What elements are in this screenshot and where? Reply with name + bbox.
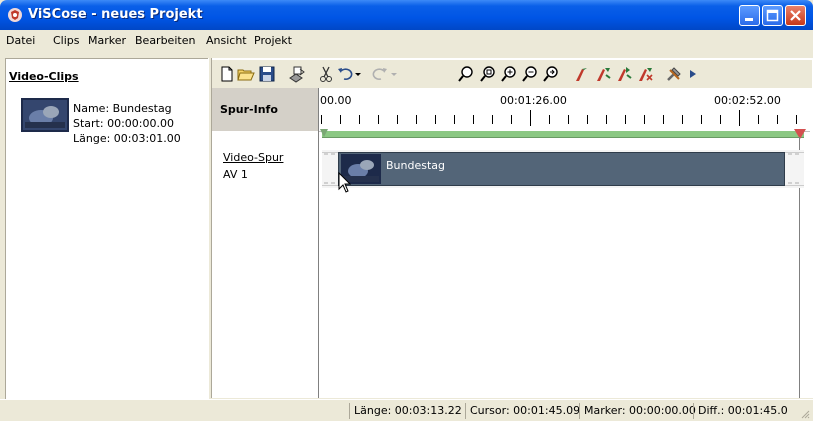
menu-clips[interactable]: Clips xyxy=(53,34,80,47)
ruler-tick xyxy=(663,115,664,124)
more-icon[interactable] xyxy=(687,64,699,84)
menu-ansicht[interactable]: Ansicht xyxy=(206,34,247,47)
open-icon[interactable] xyxy=(236,64,256,84)
ruler-tick xyxy=(435,115,436,124)
ruler-label-start: 00.00 xyxy=(320,94,352,107)
status-diff: Diff.: 00:01:45.0 xyxy=(693,403,797,419)
status-bar: Länge: 00:03:13.22 Cursor: 00:01:45.09 M… xyxy=(0,399,813,421)
maximize-button[interactable] xyxy=(762,5,783,26)
ruler-tick xyxy=(777,115,778,124)
menu-bar: Datei Clips Marker Bearbeiten Ansicht Pr… xyxy=(0,30,813,52)
clip-name: Name: Bundestag xyxy=(73,102,172,115)
new-icon[interactable] xyxy=(217,64,237,84)
range-bar[interactable] xyxy=(322,131,804,138)
ruler-tick xyxy=(606,115,607,124)
ruler-tick xyxy=(682,115,683,124)
mouse-pointer-icon xyxy=(338,172,352,193)
ruler-tick xyxy=(321,115,322,124)
clips-panel-title: Video-Clips xyxy=(9,70,79,83)
ruler-tick xyxy=(359,115,360,124)
spur-info-label: Spur-Info xyxy=(220,103,278,116)
status-cursor: Cursor: 00:01:45.09 xyxy=(465,403,580,419)
ruler-tick xyxy=(378,115,379,124)
save-icon[interactable] xyxy=(257,64,277,84)
ruler-tick xyxy=(511,115,512,124)
ruler-tick xyxy=(587,115,588,124)
redo-dropdown-icon[interactable] xyxy=(389,64,399,84)
track-name[interactable]: Video-Spur xyxy=(223,151,283,164)
ruler-tick xyxy=(739,110,740,126)
export-icon[interactable] xyxy=(287,64,307,84)
close-icon xyxy=(790,10,801,21)
window-title: ViSCose - neues Projekt xyxy=(28,7,203,22)
ruler-tick xyxy=(454,115,455,124)
ruler-tick xyxy=(340,115,341,124)
clip-length: Länge: 00:03:01.00 xyxy=(73,132,181,145)
status-length: Länge: 00:03:13.22 xyxy=(349,403,463,419)
ruler-tick xyxy=(530,110,531,126)
resize-grip-icon[interactable] xyxy=(800,409,810,419)
maximize-icon xyxy=(766,9,779,22)
close-button[interactable] xyxy=(785,5,806,26)
track-id: AV 1 xyxy=(223,168,248,181)
ruler-label-end: 00:02:52.00 xyxy=(714,94,781,107)
ruler-tick xyxy=(625,115,626,124)
ruler-tick xyxy=(701,115,702,124)
clip-start: Start: 00:00:00.00 xyxy=(73,117,174,130)
clips-panel: Video-Clips Name: Bundestag Start: 00:00… xyxy=(5,58,209,399)
marker-next-icon[interactable] xyxy=(614,64,634,84)
undo-icon[interactable] xyxy=(335,64,355,84)
zoom-fit-icon[interactable] xyxy=(478,64,498,84)
ruler-tick xyxy=(397,115,398,124)
zoom-out-icon[interactable] xyxy=(520,64,540,84)
ruler-tick xyxy=(796,115,797,124)
menu-projekt[interactable]: Projekt xyxy=(254,34,292,47)
marker-delete-icon[interactable] xyxy=(635,64,655,84)
redo-icon[interactable] xyxy=(370,64,390,84)
marker-add-icon[interactable] xyxy=(593,64,613,84)
app-window: ViSCose - neues Projekt Datei Clips Mark… xyxy=(0,0,813,421)
ruler-tick xyxy=(549,115,550,124)
ruler-tick xyxy=(720,115,721,124)
menu-datei[interactable]: Datei xyxy=(6,34,35,47)
menu-marker[interactable]: Marker xyxy=(88,34,126,47)
range-end-marker[interactable] xyxy=(794,129,806,139)
status-marker: Marker: 00:00:00.00 xyxy=(579,403,696,419)
spur-info-header: Spur-Info xyxy=(212,88,319,131)
ruler-tick xyxy=(473,115,474,124)
marker-icon[interactable] xyxy=(572,64,592,84)
timeline-clip-label: Bundestag xyxy=(386,159,446,172)
zoom-in-icon[interactable] xyxy=(499,64,519,84)
undo-dropdown-icon[interactable] xyxy=(353,64,363,84)
minimize-icon xyxy=(745,18,753,21)
time-ruler[interactable]: 00.00 00:01:26.00 00:02:52.00 xyxy=(319,88,810,132)
clip-thumbnail[interactable] xyxy=(21,98,69,132)
ruler-tick xyxy=(644,115,645,124)
ruler-tick xyxy=(568,115,569,124)
ruler-tick xyxy=(416,115,417,124)
title-bar[interactable]: ViSCose - neues Projekt xyxy=(0,0,813,30)
range-start-marker[interactable] xyxy=(320,129,328,137)
track-info-column: Video-Spur AV 1 xyxy=(212,131,319,398)
menu-bearbeiten[interactable]: Bearbeiten xyxy=(135,34,195,47)
app-icon xyxy=(8,8,22,22)
toolbar xyxy=(212,60,812,88)
cut-icon[interactable] xyxy=(316,64,336,84)
zoom-selection-icon[interactable] xyxy=(541,64,561,84)
minimize-button[interactable] xyxy=(739,5,760,26)
ruler-tick xyxy=(492,115,493,124)
ruler-tick xyxy=(758,115,759,124)
ruler-label-mid: 00:01:26.00 xyxy=(500,94,567,107)
zoom-icon[interactable] xyxy=(456,64,476,84)
tools-icon[interactable] xyxy=(664,64,684,84)
